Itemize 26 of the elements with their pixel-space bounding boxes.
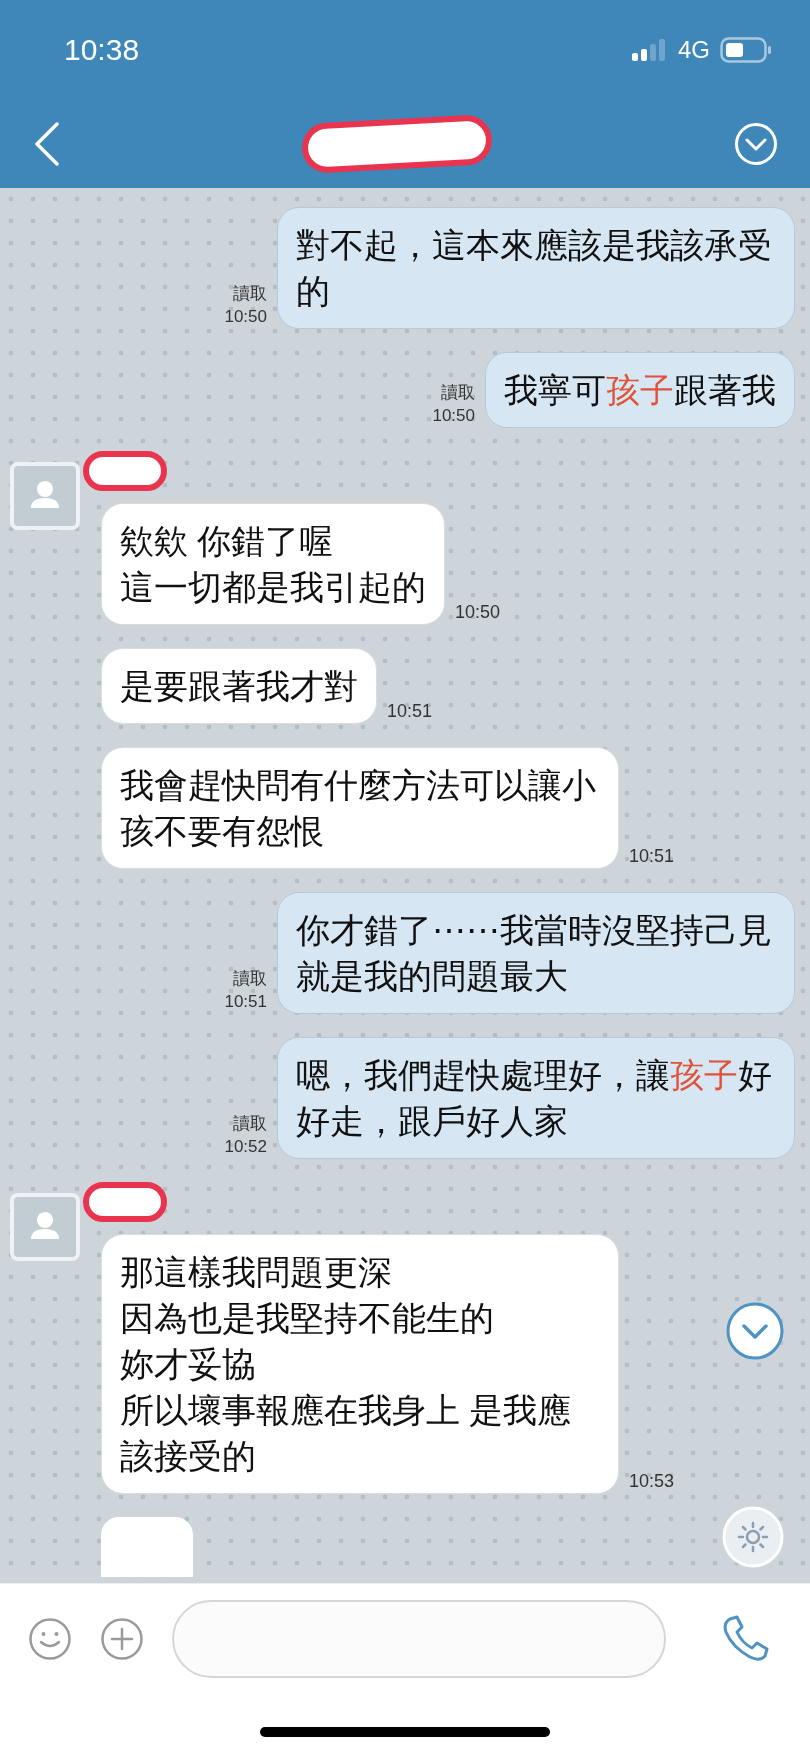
message-text: 欸欸 你錯了喔	[120, 521, 335, 562]
message-text: 你才錯了⋯⋯我當時沒堅持己見就是我的問題最大	[296, 910, 773, 997]
status-time: 10:38	[64, 33, 140, 67]
message-time: 10:51	[629, 846, 675, 867]
message-text: 是要跟著我才對	[120, 666, 358, 707]
message-time: 10:50	[224, 306, 267, 329]
message-text: 那這樣我問題更深	[120, 1252, 393, 1293]
message-text: 這一切都是我引起的	[120, 567, 426, 608]
read-receipt: 讀取	[233, 1113, 267, 1136]
message-time: 10:53	[629, 1471, 675, 1492]
message-time: 10:50	[455, 602, 501, 623]
read-receipt: 讀取	[233, 283, 267, 306]
message-time: 10:51	[387, 701, 433, 722]
read-receipt: 讀取	[233, 968, 267, 991]
message-text: 我會趕快問有什麼方法可以讓小孩不要有怨恨	[120, 765, 597, 852]
message-time: 10:50	[432, 405, 475, 428]
message-text: 所以壞事報應在我身上 是我應該接受的	[120, 1390, 573, 1477]
message-time: 10:52	[224, 1136, 267, 1159]
message-bubble: 我寧可孩子跟著我	[485, 352, 795, 428]
read-receipt: 讀取	[441, 382, 475, 405]
message-text: 妳才妥協	[120, 1344, 257, 1385]
message-time: 10:51	[224, 991, 267, 1014]
message-text: 因為也是我堅持不能生的	[120, 1298, 495, 1339]
message-bubble: 嗯，我們趕快處理好，讓孩子好好走，跟戶好人家	[277, 1037, 795, 1159]
message-text: 對不起，這本來應該是我該承受的	[296, 225, 773, 312]
network-type: 4G	[678, 36, 710, 64]
